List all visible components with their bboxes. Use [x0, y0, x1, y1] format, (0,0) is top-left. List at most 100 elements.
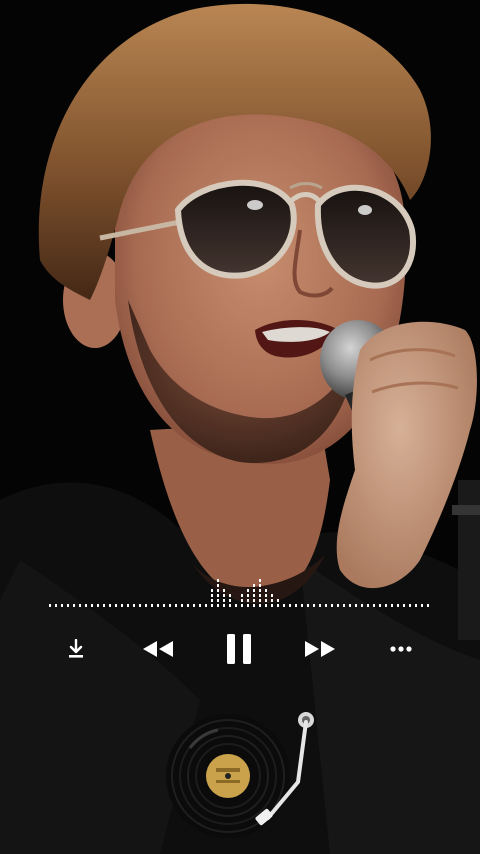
visualizer-dot — [169, 604, 171, 607]
visualizer-dot — [199, 604, 201, 607]
visualizer-dot — [337, 604, 339, 607]
visualizer-dot — [223, 599, 225, 602]
visualizer-dot — [157, 604, 159, 607]
visualizer-dot — [253, 584, 255, 587]
previous-button[interactable] — [134, 626, 182, 672]
visualizer-dot — [265, 604, 267, 607]
visualizer-dot — [301, 604, 303, 607]
visualizer-dot — [139, 604, 141, 607]
visualizer-dot — [259, 604, 261, 607]
visualizer-dot — [355, 604, 357, 607]
music-player-screen — [0, 0, 480, 854]
visualizer-dot — [211, 589, 213, 592]
more-dots-icon — [390, 646, 412, 652]
visualizer-dot — [247, 599, 249, 602]
visualizer-dot — [235, 604, 237, 607]
visualizer-dot — [217, 604, 219, 607]
visualizer-dot — [103, 604, 105, 607]
visualizer-dot — [133, 604, 135, 607]
visualizer-dot — [217, 594, 219, 597]
visualizer-dot — [241, 594, 243, 597]
visualizer-dot — [307, 604, 309, 607]
download-icon — [67, 639, 85, 659]
turntable — [160, 704, 330, 844]
visualizer-dot — [109, 604, 111, 607]
visualizer-dot — [205, 604, 207, 607]
visualizer-dot — [211, 599, 213, 602]
visualizer-dot — [349, 604, 351, 607]
visualizer-dot — [241, 604, 243, 607]
visualizer-dot — [421, 604, 423, 607]
visualizer-dot — [151, 604, 153, 607]
visualizer-dot — [343, 604, 345, 607]
visualizer-dot — [277, 599, 279, 602]
visualizer-dot — [145, 604, 147, 607]
visualizer-dot — [391, 604, 393, 607]
visualizer-dot — [271, 604, 273, 607]
visualizer-dot — [49, 604, 51, 607]
pause-icon — [225, 633, 253, 665]
visualizer-dot — [223, 589, 225, 592]
visualizer-dot — [253, 594, 255, 597]
visualizer-dot — [229, 599, 231, 602]
visualizer-dot — [97, 604, 99, 607]
pause-button[interactable] — [212, 626, 266, 672]
visualizer-dot — [295, 604, 297, 607]
visualizer-dot — [247, 604, 249, 607]
visualizer-dot — [217, 599, 219, 602]
visualizer-dot — [373, 604, 375, 607]
visualizer-dot — [187, 604, 189, 607]
visualizer-dot — [265, 599, 267, 602]
visualizer-dot — [181, 604, 183, 607]
vinyl-record-icon — [166, 714, 290, 838]
visualizer-dot — [265, 589, 267, 592]
visualizer-dot — [427, 604, 429, 607]
visualizer-dot — [127, 604, 129, 607]
visualizer-dot — [259, 589, 261, 592]
visualizer-dot — [259, 599, 261, 602]
visualizer-dot — [397, 604, 399, 607]
visualizer-dot — [289, 604, 291, 607]
visualizer-dot — [229, 604, 231, 607]
visualizer-dot — [253, 589, 255, 592]
fast-forward-icon — [304, 639, 336, 659]
visualizer-dot — [385, 604, 387, 607]
visualizer-dot — [163, 604, 165, 607]
visualizer-dot — [67, 604, 69, 607]
playback-controls — [0, 626, 480, 672]
visualizer-dot — [415, 604, 417, 607]
visualizer-dot — [217, 584, 219, 587]
visualizer-dot — [217, 579, 219, 582]
visualizer-dot — [325, 604, 327, 607]
visualizer-dot — [115, 604, 117, 607]
more-button[interactable] — [380, 626, 422, 672]
visualizer-dot — [403, 604, 405, 607]
visualizer-dot — [259, 594, 261, 597]
visualizer-dot — [253, 604, 255, 607]
next-button[interactable] — [296, 626, 344, 672]
visualizer-dot — [247, 589, 249, 592]
visualizer-dot — [223, 594, 225, 597]
visualizer-dot — [259, 579, 261, 582]
visualizer-dot — [121, 604, 123, 607]
visualizer-dot — [55, 604, 57, 607]
visualizer-dot — [283, 604, 285, 607]
visualizer-dot — [265, 594, 267, 597]
visualizer-dot — [211, 604, 213, 607]
visualizer-dot — [271, 594, 273, 597]
rewind-icon — [142, 639, 174, 659]
visualizer-dot — [379, 604, 381, 607]
visualizer-dot — [73, 604, 75, 607]
visualizer-dot — [313, 604, 315, 607]
visualizer-dot — [271, 599, 273, 602]
visualizer-dot — [223, 604, 225, 607]
visualizer-dot — [61, 604, 63, 607]
visualizer-dot — [367, 604, 369, 607]
visualizer-dot — [247, 594, 249, 597]
visualizer-dot — [79, 604, 81, 607]
visualizer-dot — [409, 604, 411, 607]
visualizer-dot — [175, 604, 177, 607]
visualizer-dot — [277, 604, 279, 607]
download-button[interactable] — [56, 626, 96, 672]
visualizer-dot — [85, 604, 87, 607]
